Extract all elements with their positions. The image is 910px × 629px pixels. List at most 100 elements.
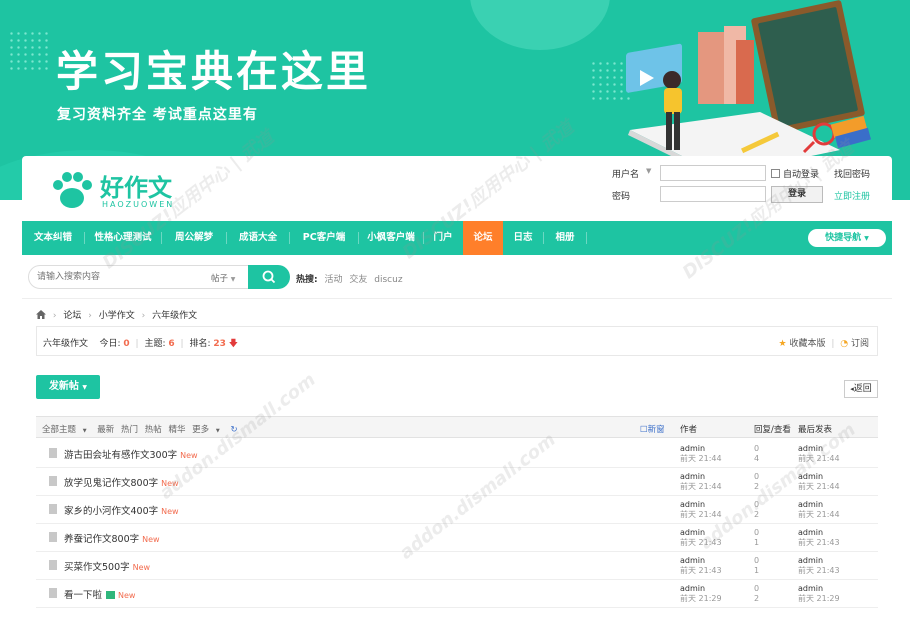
thread-date: 前天 21:44 [680,454,722,463]
back-button[interactable]: ◂返回 [844,380,878,398]
filter-hot[interactable]: 热门 [121,425,138,435]
last-post-user[interactable]: admin [798,472,840,482]
refresh-icon[interactable]: ↻ [230,425,237,435]
quick-nav-button[interactable]: 快捷导航 ▼ [808,229,886,247]
thread-author[interactable]: admin [680,444,722,454]
search-type-label: 帖子 [211,274,229,284]
document-icon [49,476,57,486]
nav-item-forum[interactable]: 论坛 [463,221,503,255]
thread-title[interactable]: 游古田会址有感作文300字 [64,450,177,461]
filter-more[interactable]: 更多 ▼ [192,425,224,435]
username-dropdown-icon[interactable]: ▼ [646,167,651,175]
thread-row[interactable]: 游古田会址有感作文300字 New admin 前天 21:44 0 4 admin 前天 2… [36,440,878,468]
thread-row[interactable]: 放学见鬼记作文800字 New admin 前天 21:44 0 2 admin 前天 21:… [36,468,878,496]
rss-icon: ◔ [840,339,849,349]
thread-replies: 0 [754,556,760,565]
document-icon [49,532,57,542]
new-badge: New [142,535,160,544]
last-post-user[interactable]: admin [798,500,840,510]
thread-title[interactable]: 放学见鬼记作文800字 [64,478,158,489]
rank-value: 23 [213,339,226,349]
today-label: 今日: [99,339,121,349]
auto-login-checkbox[interactable] [771,169,780,178]
favorite-link[interactable]: 收藏本版 [789,339,825,349]
star-icon: ★ [778,339,787,349]
breadcrumb-separator: › [141,311,146,321]
nav-item-blog[interactable]: 日志 [503,221,543,255]
breadcrumb-item[interactable]: 小学作文 [99,311,135,321]
thread-row[interactable]: 养蚕记作文800字 New admin 前天 21:43 0 1 admin 前天 21:43 [36,524,878,552]
thread-author[interactable]: admin [680,472,722,482]
thread-author[interactable]: admin [680,528,722,538]
thread-row[interactable]: 看一下啦 New admin 前天 21:29 0 2 admin 前天 21:29 [36,580,878,608]
nav-item-pc-client[interactable]: PC客户端 [290,221,358,255]
thread-stats-cell: 04 [754,444,759,464]
nav-item-album[interactable]: 相册 [544,221,586,255]
filter-more-label: 更多 [192,425,210,435]
breadcrumb-item[interactable]: 论坛 [63,311,81,321]
divider [22,298,892,299]
rank-label: 排名: [189,339,211,349]
threads-count: 6 [168,339,175,349]
thread-row[interactable]: 买菜作文500字 New admin 前天 21:43 0 1 admin 前天 21:43 [36,552,878,580]
filter-latest[interactable]: 最新 [97,425,114,435]
filter-hot-posts[interactable]: 热帖 [145,425,162,435]
thread-author-cell: admin 前天 21:44 [680,472,722,492]
thread-stats-cell: 02 [754,500,759,520]
thread-title[interactable]: 养蚕记作文800字 [64,534,139,545]
thread-author[interactable]: admin [680,556,722,566]
hot-term[interactable]: 活动 [324,275,342,285]
register-link[interactable]: 立即注册 [834,189,870,202]
new-window-label: 新窗 [647,425,665,435]
search-input[interactable] [37,270,197,284]
thread-date: 前天 21:44 [680,482,722,491]
thread-date: 前天 21:29 [680,594,722,603]
new-window-toggle[interactable]: ☐新窗 [640,423,665,435]
thread-author[interactable]: admin [680,500,722,510]
last-post-time: 前天 21:43 [798,538,840,547]
new-post-label: 发新帖 [48,381,79,392]
nav-item-portal[interactable]: 门户 [424,221,462,255]
nav-item-xiaofeng-client[interactable]: 小枫客户端 [359,221,423,255]
last-post-user[interactable]: admin [798,444,840,454]
thread-replies: 0 [754,444,760,453]
search-type-select[interactable]: 帖子 ▼ [211,272,235,284]
thread-date: 前天 21:44 [680,510,722,519]
find-password-link[interactable]: 找回密码 [834,167,870,180]
last-post-column-header: 最后发表 [798,425,833,435]
thread-title[interactable]: 看一下啦 [64,590,102,601]
breadcrumb-separator: › [52,311,57,321]
last-post-user[interactable]: admin [798,556,840,566]
password-input[interactable] [660,186,766,202]
nav-separator [586,232,587,244]
nav-item-personality-test[interactable]: 性格心理测试 [85,221,161,255]
last-post-user[interactable]: admin [798,528,840,538]
last-post-user[interactable]: admin [798,584,840,594]
search-button[interactable] [248,265,290,289]
watermark-text: DISCUZ!应用中心 | 武道 [678,137,858,284]
new-post-button[interactable]: 发新帖 ▼ [36,375,100,399]
thread-author-cell: admin 前天 21:29 [680,584,722,604]
nav-item-dream-interpretation[interactable]: 周公解梦 [162,221,226,255]
chevron-down-icon: ▼ [82,384,88,391]
hot-term[interactable]: 交友 [349,275,367,285]
thread-title[interactable]: 买菜作文500字 [64,562,130,573]
thread-views: 1 [754,566,760,575]
thread-author[interactable]: admin [680,584,722,594]
nav-item-text-correction[interactable]: 文本纠错 [22,221,84,255]
breadcrumb-item[interactable]: 六年级作文 [152,311,197,321]
login-button[interactable]: 登录 [771,186,823,203]
document-icon [49,560,57,570]
filter-all[interactable]: 全部主题 ▼ [42,425,91,435]
username-input[interactable] [660,165,766,181]
filter-digest[interactable]: 精华 [168,425,185,435]
thread-views: 2 [754,482,760,491]
home-icon[interactable] [36,310,46,319]
subscribe-link[interactable]: 订阅 [851,339,869,349]
forum-info-bar: 六年级作文 今日: 0 | 主题: 6 | 排名: 23 🡇 ★ 收藏本版 | … [36,326,878,356]
nav-item-idioms[interactable]: 成语大全 [227,221,289,255]
thread-title[interactable]: 家乡的小河作文400字 [64,506,158,517]
hot-term[interactable]: discuz [374,275,402,285]
image-attachment-icon [106,591,116,599]
thread-row[interactable]: 家乡的小河作文400字 New admin 前天 21:44 0 2 admin 前天 21:… [36,496,878,524]
